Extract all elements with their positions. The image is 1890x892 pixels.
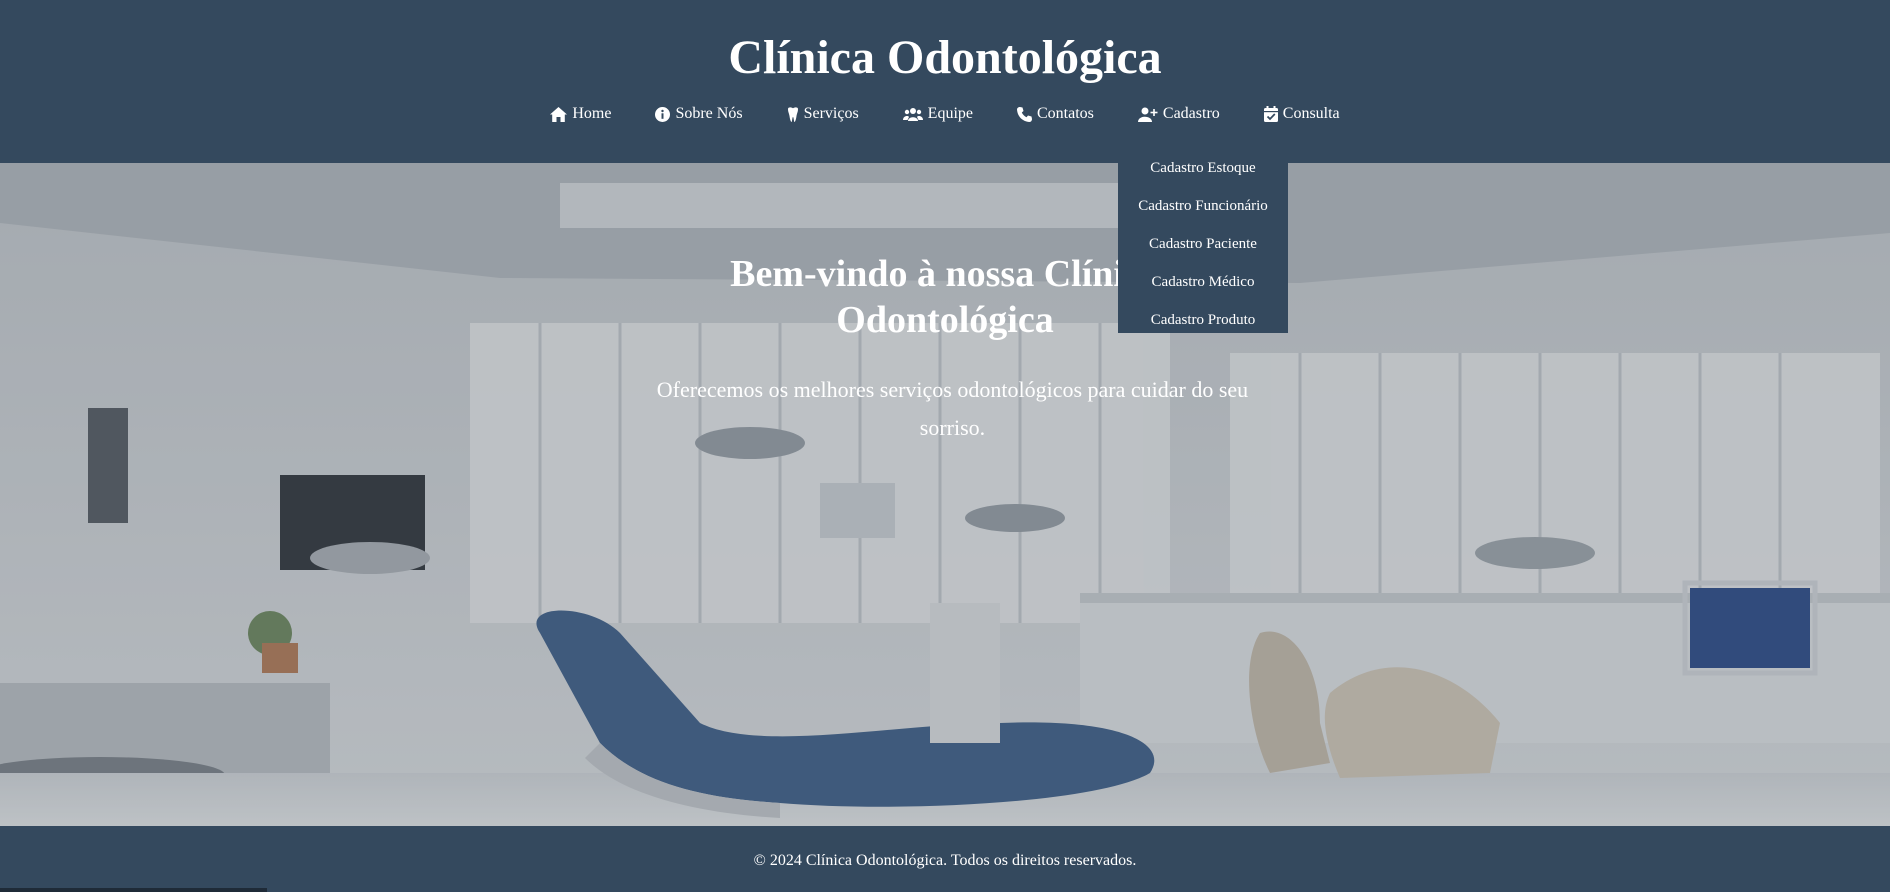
nav-equipe[interactable]: Equipe (881, 102, 995, 126)
nav-home[interactable]: Home (528, 102, 633, 126)
nav-home-label: Home (572, 105, 612, 122)
site-header: Clínica Odontológica Home Sobre Nós Serv… (0, 0, 1890, 163)
nav-sobre-nos[interactable]: Sobre Nós (633, 102, 764, 126)
cadastro-dropdown-menu: Cadastro Estoque Cadastro Funcionário Ca… (1118, 143, 1288, 333)
dropdown-cadastro-funcionario[interactable]: Cadastro Funcionário (1118, 187, 1288, 225)
calendar-check-icon (1263, 106, 1278, 122)
info-icon (655, 106, 671, 122)
hero-section: Bem-vindo à nossa Clínica Odontológica O… (0, 163, 1890, 826)
nav-servicos[interactable]: Serviços (765, 102, 881, 126)
nav-cadastro[interactable]: Cadastro (1116, 102, 1242, 126)
footer-copyright: © 2024 Clínica Odontológica. Todos os di… (753, 852, 1137, 869)
tooth-icon (787, 106, 799, 122)
dropdown-cadastro-produto[interactable]: Cadastro Produto (1118, 301, 1288, 339)
site-footer: © 2024 Clínica Odontológica. Todos os di… (0, 826, 1890, 892)
nav-servicos-label: Serviços (803, 105, 859, 122)
nav-consulta[interactable]: Consulta (1242, 102, 1362, 126)
nav-cadastro-label: Cadastro (1162, 105, 1220, 122)
dropdown-cadastro-paciente[interactable]: Cadastro Paciente (1118, 225, 1288, 263)
hero-text: Oferecemos os melhores serviços odontoló… (656, 377, 1249, 440)
nav-contatos-label: Contatos (1037, 105, 1094, 122)
nav-sobre-nos-label: Sobre Nós (675, 105, 743, 122)
site-title: Clínica Odontológica (728, 31, 1162, 84)
dropdown-cadastro-medico[interactable]: Cadastro Médico (1118, 263, 1288, 301)
footer-divider (0, 888, 267, 892)
dropdown-cadastro-estoque[interactable]: Cadastro Estoque (1118, 149, 1288, 187)
main-nav: Home Sobre Nós Serviços Equipe Contatos (0, 102, 1890, 126)
nav-consulta-label: Consulta (1282, 105, 1340, 122)
user-plus-icon (1137, 107, 1158, 122)
home-icon (550, 106, 568, 122)
users-icon (902, 107, 923, 122)
nav-equipe-label: Equipe (927, 105, 973, 122)
nav-contatos[interactable]: Contatos (995, 102, 1116, 126)
phone-icon (1017, 106, 1032, 122)
